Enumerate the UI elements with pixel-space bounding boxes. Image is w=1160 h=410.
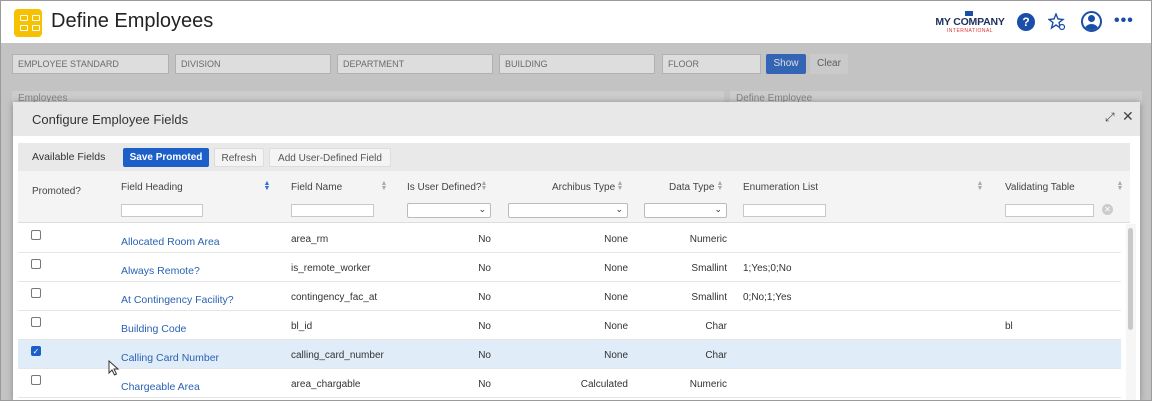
field-heading-link[interactable]: Allocated Room Area bbox=[121, 236, 220, 248]
star-settings-icon[interactable] bbox=[1047, 12, 1066, 31]
logo-name: MY COMPANY bbox=[935, 16, 1005, 28]
close-icon[interactable]: ✕ bbox=[1122, 108, 1134, 125]
table-header: Promoted? Field Heading ▲ ▼ Field Name ▲ ▼… bbox=[18, 171, 1130, 223]
user-defined-cell: No bbox=[478, 292, 491, 303]
logo-mark bbox=[965, 11, 973, 16]
field-name-cell: bl_id bbox=[291, 321, 313, 332]
sort-icon[interactable]: ▲ ▼ bbox=[480, 180, 488, 192]
user-defined-cell: No bbox=[478, 234, 491, 245]
logo-subtitle: INTERNATIONAL bbox=[946, 28, 994, 34]
enumeration-list-cell: 0;No;1;Yes bbox=[743, 292, 792, 303]
chevron-down-icon: ⌄ bbox=[615, 204, 623, 214]
dialog-title: Configure Employee Fields bbox=[32, 112, 189, 127]
table-row[interactable]: Building Code bl_id No None Char bl bbox=[18, 311, 1121, 340]
dialog-toolbar: Available Fields Save Promoted Refresh A… bbox=[18, 143, 1130, 171]
app-window: Define Employees MY COMPANY INTERNATIONA… bbox=[0, 0, 1152, 401]
col-promoted[interactable]: Promoted? bbox=[32, 186, 81, 197]
table-row[interactable]: ✓ Calling Card Number calling_card_number N… bbox=[18, 340, 1121, 369]
field-name-filter[interactable] bbox=[291, 204, 374, 217]
col-field-name[interactable]: Field Name bbox=[291, 182, 342, 193]
col-field-heading[interactable]: Field Heading bbox=[121, 182, 183, 193]
data-type-cell: Numeric bbox=[689, 379, 727, 390]
field-heading-link[interactable]: At Contingency Facility? bbox=[121, 294, 234, 306]
field-heading-link[interactable]: Calling Card Number bbox=[121, 352, 219, 364]
user-defined-cell: No bbox=[478, 321, 491, 332]
clear-filter-icon[interactable]: ✕ bbox=[1102, 204, 1113, 215]
data-type-cell: Smallint bbox=[691, 263, 727, 274]
more-icon[interactable]: ••• bbox=[1114, 12, 1133, 30]
page-title: Define Employees bbox=[51, 10, 214, 32]
data-type-cell: Numeric bbox=[689, 234, 727, 245]
promoted-checkbox[interactable] bbox=[31, 317, 41, 327]
chevron-down-icon: ⌄ bbox=[478, 204, 486, 214]
table-row[interactable]: Allocated Room Area area_rm No None Numeric bbox=[18, 224, 1121, 253]
promoted-checkbox[interactable] bbox=[31, 375, 41, 385]
chevron-down-icon: ⌄ bbox=[714, 204, 722, 214]
field-name-cell: area_rm bbox=[291, 234, 329, 245]
sort-icon[interactable]: ▲ ▼ bbox=[380, 180, 388, 192]
enumeration-filter[interactable] bbox=[743, 204, 826, 217]
user-defined-cell: No bbox=[478, 350, 491, 361]
validating-table-filter[interactable] bbox=[1005, 204, 1094, 217]
dialog-header: Configure Employee Fields ⤢ ✕ bbox=[13, 102, 1140, 136]
field-heading-link[interactable]: Always Remote? bbox=[121, 265, 200, 277]
sort-icon[interactable]: ▲ ▼ bbox=[716, 180, 724, 192]
field-heading-link[interactable]: Chargeable Area bbox=[121, 381, 200, 393]
mouse-cursor-icon bbox=[108, 360, 120, 376]
configure-fields-dialog: Configure Employee Fields ⤢ ✕ Available … bbox=[13, 102, 1140, 400]
sort-icon[interactable]: ▲ ▼ bbox=[616, 180, 624, 192]
archibus-type-cell: None bbox=[604, 263, 628, 274]
table-row[interactable]: Always Remote? is_remote_worker No None Smal… bbox=[18, 253, 1121, 282]
archibus-type-cell: Calculated bbox=[580, 379, 628, 390]
archibus-type-select[interactable]: ⌄ bbox=[508, 203, 628, 218]
archibus-type-cell: None bbox=[604, 350, 628, 361]
col-user-defined[interactable]: Is User Defined? bbox=[407, 182, 481, 193]
table-row[interactable]: Chargeable Area area_chargable No Calculate… bbox=[18, 369, 1121, 398]
field-name-cell: contingency_fac_at bbox=[291, 292, 378, 303]
enumeration-list-cell: 1;Yes;0;No bbox=[743, 263, 792, 274]
field-name-cell: is_remote_worker bbox=[291, 263, 371, 274]
user-avatar-icon[interactable] bbox=[1081, 11, 1102, 32]
field-heading-filter[interactable] bbox=[121, 204, 203, 217]
company-logo: MY COMPANY INTERNATIONAL bbox=[935, 11, 1005, 35]
save-promoted-button[interactable]: Save Promoted bbox=[123, 148, 209, 167]
fields-table-body: Allocated Room Area area_rm No None Numeric A… bbox=[18, 224, 1121, 400]
col-validating-table[interactable]: Validating Table bbox=[1005, 182, 1075, 193]
archibus-type-cell: None bbox=[604, 234, 628, 245]
field-heading-link[interactable]: Building Code bbox=[121, 323, 186, 335]
data-type-cell: Char bbox=[705, 350, 727, 361]
field-name-cell: calling_card_number bbox=[291, 350, 384, 361]
data-type-cell: Char bbox=[705, 321, 727, 332]
promoted-checkbox[interactable] bbox=[31, 288, 41, 298]
sort-icon[interactable]: ▲ ▼ bbox=[1116, 180, 1124, 192]
grid-icon[interactable] bbox=[14, 9, 42, 37]
data-type-select[interactable]: ⌄ bbox=[644, 203, 727, 218]
col-enumeration-list[interactable]: Enumeration List bbox=[743, 182, 818, 193]
user-defined-select[interactable]: ⌄ bbox=[407, 203, 491, 218]
add-user-defined-field-button[interactable]: Add User-Defined Field bbox=[269, 148, 391, 167]
top-header: Define Employees MY COMPANY INTERNATIONA… bbox=[1, 1, 1151, 43]
user-defined-cell: No bbox=[478, 379, 491, 390]
validating-table-cell: bl bbox=[1005, 321, 1013, 332]
help-icon[interactable]: ? bbox=[1017, 13, 1035, 31]
col-archibus-type[interactable]: Archibus Type bbox=[552, 182, 615, 193]
data-type-cell: Smallint bbox=[691, 292, 727, 303]
expand-icon[interactable]: ⤢ bbox=[1105, 110, 1115, 125]
sort-icon[interactable]: ▲ ▼ bbox=[976, 180, 984, 192]
refresh-button[interactable]: Refresh bbox=[214, 148, 264, 167]
promoted-checkbox[interactable] bbox=[31, 230, 41, 240]
archibus-type-cell: None bbox=[604, 321, 628, 332]
available-fields-label: Available Fields bbox=[32, 151, 106, 163]
promoted-checkbox[interactable] bbox=[31, 259, 41, 269]
promoted-checkbox[interactable]: ✓ bbox=[31, 346, 41, 356]
scrollbar[interactable] bbox=[1126, 224, 1136, 400]
col-data-type[interactable]: Data Type bbox=[669, 182, 714, 193]
field-name-cell: area_chargable bbox=[291, 379, 361, 390]
sort-icon[interactable]: ▲ ▼ bbox=[263, 180, 271, 192]
archibus-type-cell: None bbox=[604, 292, 628, 303]
table-row[interactable]: At Contingency Facility? contingency_fac_… bbox=[18, 282, 1121, 311]
user-defined-cell: No bbox=[478, 263, 491, 274]
scrollbar-thumb[interactable] bbox=[1128, 228, 1133, 330]
